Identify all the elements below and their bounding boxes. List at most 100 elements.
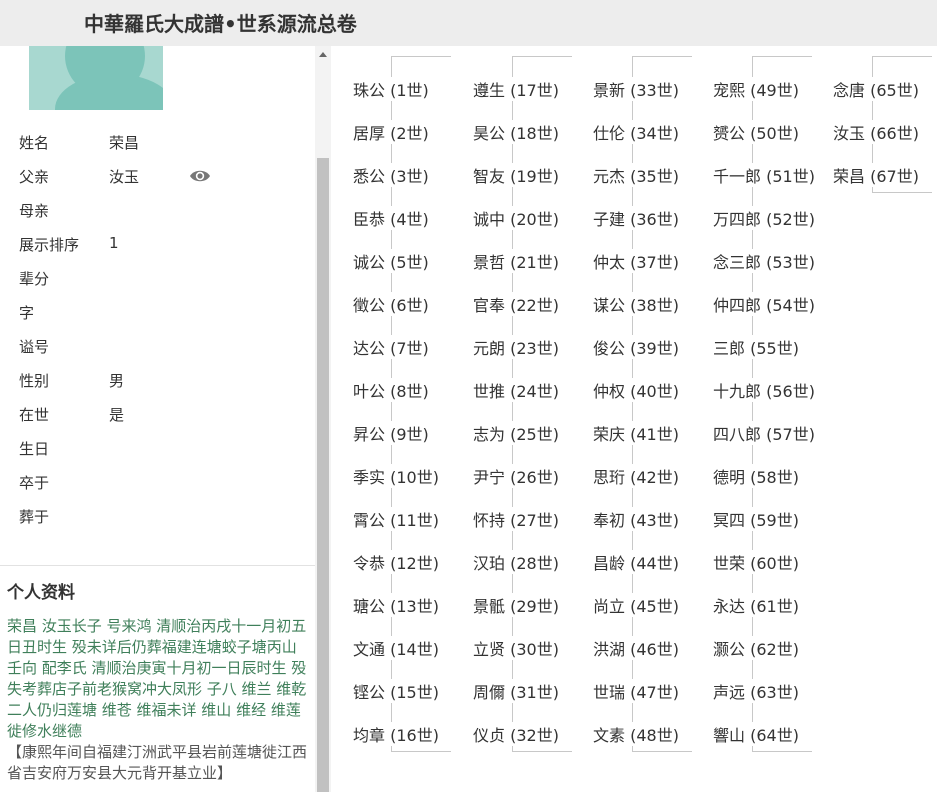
generation-link[interactable]: 德明 (58世) (711, 464, 801, 488)
generation-link[interactable]: 景哲 (21世) (471, 249, 561, 273)
column-connector-cap (512, 751, 572, 752)
header-bar: 中華羅氏大成譜•世系源流总卷 (0, 0, 937, 46)
field-label: 性别 (19, 372, 50, 390)
generation-link[interactable]: 令恭 (12世) (351, 550, 441, 574)
generation-link[interactable]: 汝玉 (66世) (831, 120, 921, 144)
column-connector-cap (512, 56, 572, 57)
generation-link[interactable]: 声远 (63世) (711, 679, 801, 703)
generation-link[interactable]: 灏公 (62世) (711, 636, 801, 660)
generation-link[interactable]: 志为 (25世) (471, 421, 561, 445)
generation-link[interactable]: 诚公 (5世) (351, 249, 431, 273)
field-label: 在世 (19, 406, 50, 424)
generation-link[interactable]: 子建 (36世) (591, 206, 681, 230)
generation-link[interactable]: 宠熙 (49世) (711, 77, 801, 101)
field-value: 荣昌 (109, 134, 140, 152)
field-label: 母亲 (19, 202, 50, 220)
field-label: 卒于 (19, 474, 50, 492)
scroll-thumb[interactable] (317, 158, 329, 792)
generation-link[interactable]: 赟公 (50世) (711, 120, 801, 144)
generation-link[interactable]: 千一郎 (51世) (711, 163, 817, 187)
field-value: 男 (109, 372, 125, 390)
generation-link[interactable]: 世瑞 (47世) (591, 679, 681, 703)
generation-link[interactable]: 仪贞 (32世) (471, 722, 561, 746)
field-label: 生日 (19, 440, 50, 458)
generation-link[interactable]: 俊公 (39世) (591, 335, 681, 359)
generation-link[interactable]: 均章 (16世) (351, 722, 441, 746)
generation-link[interactable]: 元杰 (35世) (591, 163, 681, 187)
profile-source: 【康熙年间自福建汀洲武平县岩前莲塘徙江西省吉安府万安县大元背开基立业】 (7, 743, 308, 782)
generation-link[interactable]: 響山 (64世) (711, 722, 801, 746)
generation-link[interactable]: 万四郎 (52世) (711, 206, 817, 230)
generation-link[interactable]: 三郎 (55世) (711, 335, 801, 359)
field-value[interactable]: 汝玉 (109, 166, 139, 187)
generation-link[interactable]: 立贤 (30世) (471, 636, 561, 660)
generation-link[interactable]: 十九郎 (56世) (711, 378, 817, 402)
generation-link[interactable]: 诚中 (20世) (471, 206, 561, 230)
generation-link[interactable]: 元朗 (23世) (471, 335, 561, 359)
generation-link[interactable]: 周儞 (31世) (471, 679, 561, 703)
generation-link[interactable]: 景新 (33世) (591, 77, 681, 101)
generation-link[interactable]: 念唐 (65世) (831, 77, 921, 101)
generation-link[interactable]: 季实 (10世) (351, 464, 441, 488)
person-panel: 姓名 荣昌 父亲 汝玉 母亲 展示排序 1 辈分 字 谥号 性别 男 在世 是 … (0, 46, 315, 792)
generation-link[interactable]: 洪湖 (46世) (591, 636, 681, 660)
generation-link[interactable]: 霄公 (11世) (351, 507, 441, 531)
generation-link[interactable]: 世荣 (60世) (711, 550, 801, 574)
generation-link[interactable]: 达公 (7世) (351, 335, 431, 359)
generation-link[interactable]: 官奉 (22世) (471, 292, 561, 316)
field-value: 1 (109, 234, 119, 252)
eye-icon[interactable] (189, 168, 211, 184)
generation-link[interactable]: 景骶 (29世) (471, 593, 561, 617)
generation-link[interactable]: 尚立 (45世) (591, 593, 681, 617)
generation-link[interactable]: 文通 (14世) (351, 636, 441, 660)
column-connector-cap (752, 751, 812, 752)
generation-link[interactable]: 徵公 (6世) (351, 292, 431, 316)
generation-link[interactable]: 怀持 (27世) (471, 507, 561, 531)
generation-link[interactable]: 仲太 (37世) (591, 249, 681, 273)
generation-link[interactable]: 遵生 (17世) (471, 77, 561, 101)
scroll-up-arrow-icon[interactable] (319, 52, 327, 57)
generation-link[interactable]: 昊公 (18世) (471, 120, 561, 144)
generation-link[interactable]: 尹宁 (26世) (471, 464, 561, 488)
column-connector-cap (872, 192, 932, 193)
generation-link[interactable]: 荣庆 (41世) (591, 421, 681, 445)
field-label: 葬于 (19, 508, 50, 526)
generation-link[interactable]: 思珩 (42世) (591, 464, 681, 488)
field-value: 是 (109, 406, 125, 424)
avatar (29, 46, 163, 110)
generation-link[interactable]: 智友 (19世) (471, 163, 561, 187)
generation-columns: 珠公 (1世) 居厚 (2世) 悉公 (3世) 臣恭 (4世) 诚公 (5世) 徵公 (6… (331, 46, 937, 792)
generation-link[interactable]: 昌龄 (44世) (591, 550, 681, 574)
generation-link[interactable]: 念三郎 (53世) (711, 249, 817, 273)
page-title: 中華羅氏大成譜•世系源流总卷 (84, 12, 357, 36)
divider (0, 565, 315, 566)
generation-link[interactable]: 四八郎 (57世) (711, 421, 817, 445)
generation-link[interactable]: 悉公 (3世) (351, 163, 431, 187)
generation-link[interactable]: 荣昌 (67世) (831, 163, 921, 187)
generation-link[interactable]: 永达 (61世) (711, 593, 801, 617)
generation-link[interactable]: 臣恭 (4世) (351, 206, 431, 230)
generation-link[interactable]: 叶公 (8世) (351, 378, 431, 402)
generation-link[interactable]: 仲四郎 (54世) (711, 292, 817, 316)
generation-link[interactable]: 珠公 (1世) (351, 77, 431, 101)
generation-link[interactable]: 奉初 (43世) (591, 507, 681, 531)
generation-link[interactable]: 铿公 (15世) (351, 679, 441, 703)
column-connector-cap (632, 751, 692, 752)
column-connector-cap (752, 56, 812, 57)
scrollbar[interactable] (315, 46, 331, 792)
generation-link[interactable]: 谋公 (38世) (591, 292, 681, 316)
field-label: 姓名 (19, 134, 50, 152)
generation-link[interactable]: 瑭公 (13世) (351, 593, 441, 617)
generation-link[interactable]: 居厚 (2世) (351, 120, 431, 144)
generation-link[interactable]: 世推 (24世) (471, 378, 561, 402)
field-label: 展示排序 (19, 236, 80, 254)
generation-link[interactable]: 冥四 (59世) (711, 507, 801, 531)
field-label: 父亲 (19, 168, 50, 186)
profile-title: 个人资料 (7, 583, 75, 603)
generation-link[interactable]: 仕伦 (34世) (591, 120, 681, 144)
profile-text: 荣昌 汝玉长子 号来鸿 清顺治丙戌十一月初五日丑时生 殁未详后仍葬福建连塘蛟子塘… (7, 616, 309, 784)
generation-link[interactable]: 昇公 (9世) (351, 421, 431, 445)
generation-link[interactable]: 汉珀 (28世) (471, 550, 561, 574)
generation-link[interactable]: 仲权 (40世) (591, 378, 681, 402)
generation-link[interactable]: 文素 (48世) (591, 722, 681, 746)
